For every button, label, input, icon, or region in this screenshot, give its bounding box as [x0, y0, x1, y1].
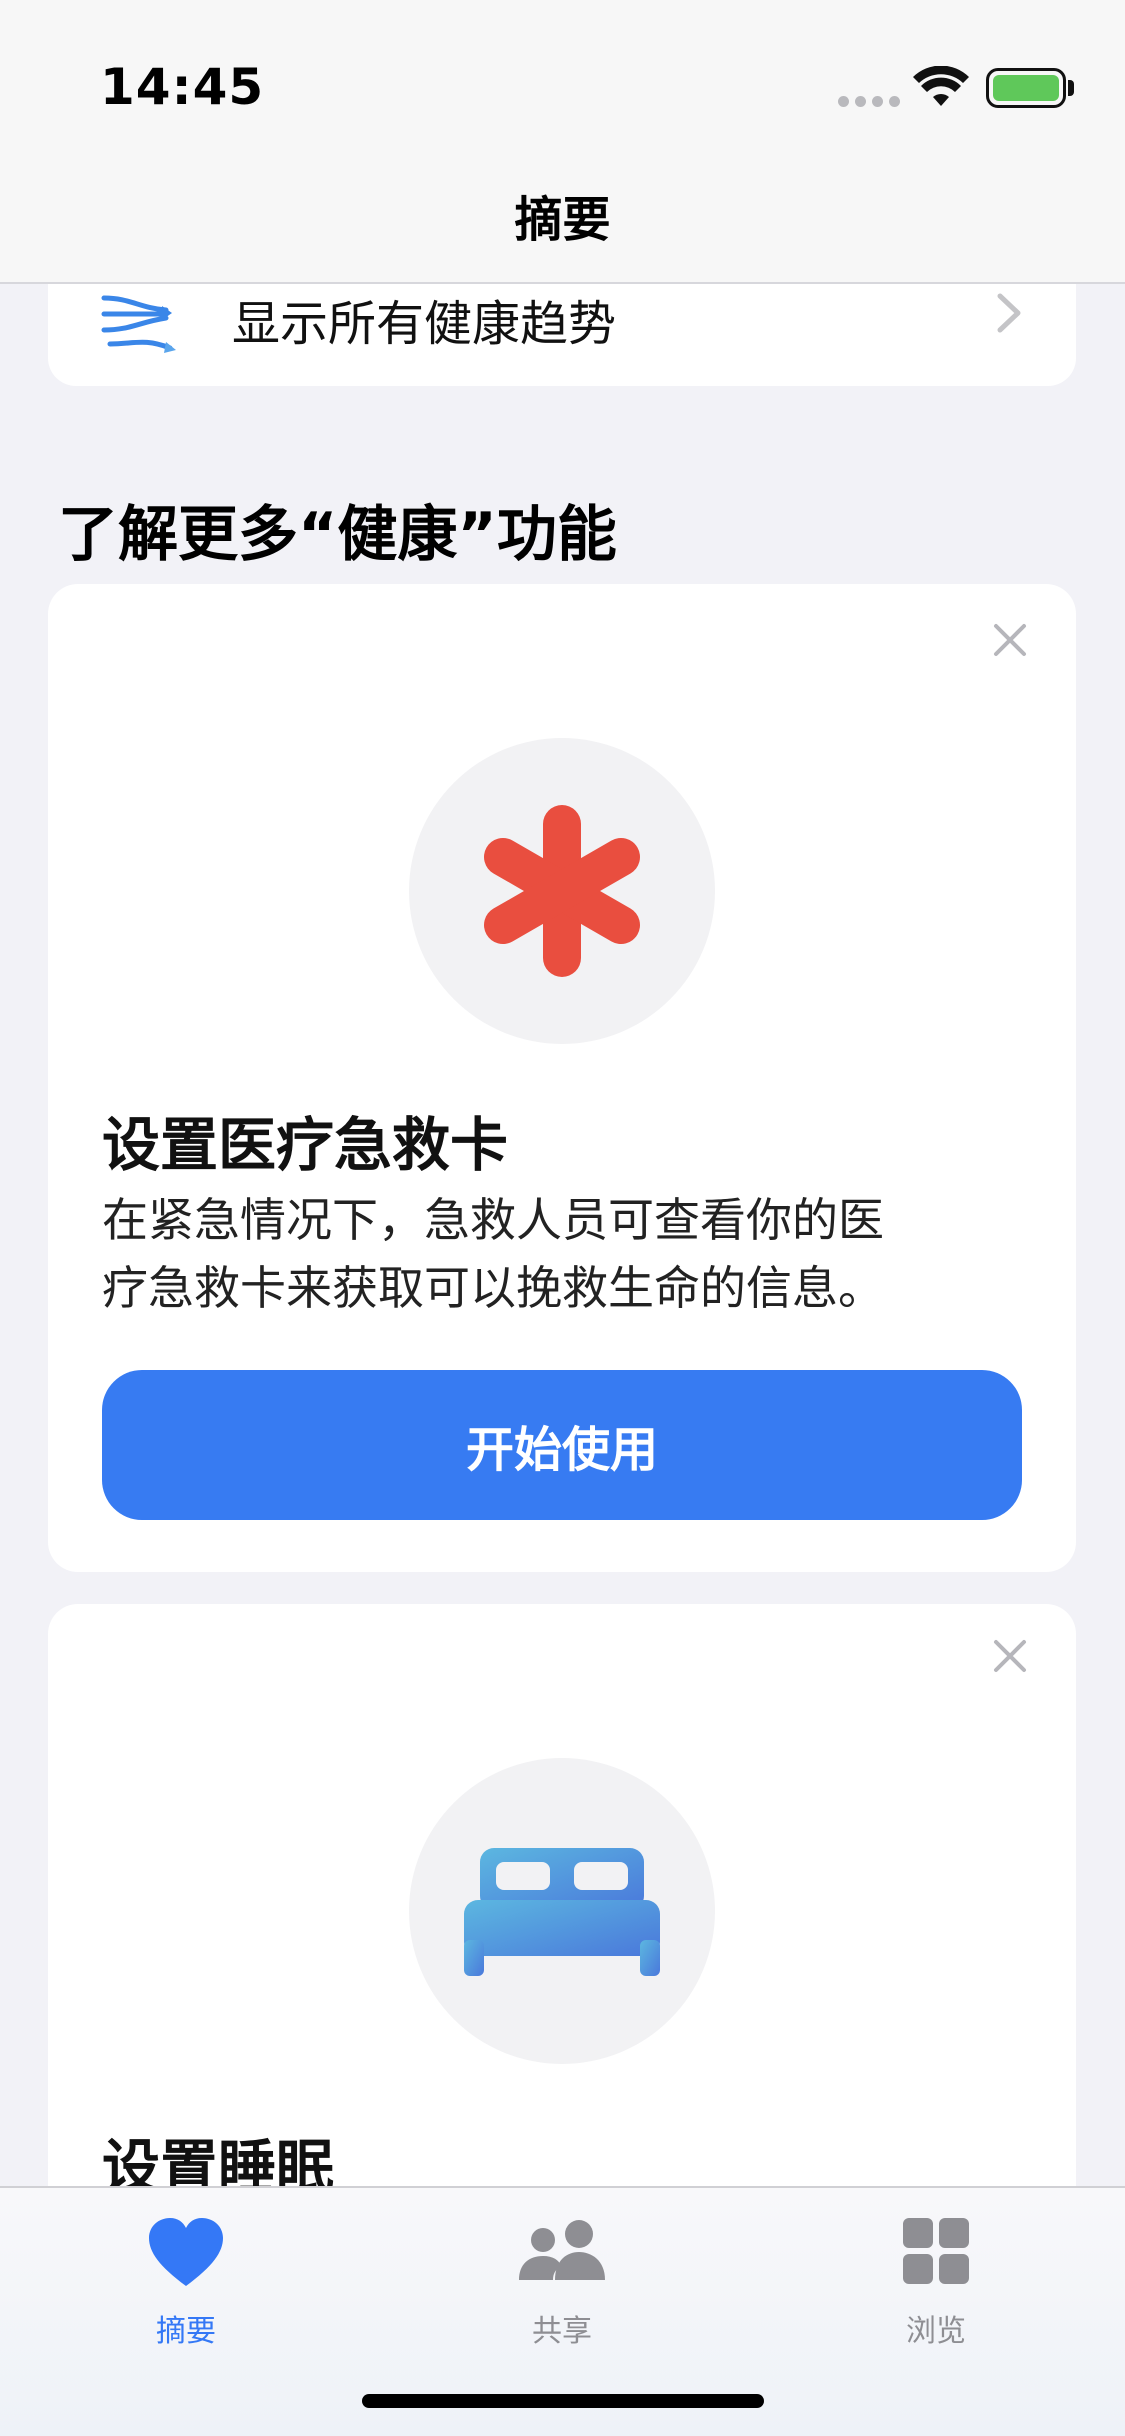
show-all-trends-label: 显示所有健康趋势: [232, 296, 617, 352]
card-title: 设置医疗急救卡: [102, 1111, 509, 1179]
close-icon[interactable]: [990, 1636, 1030, 1676]
tab-browse[interactable]: 浏览: [836, 2212, 1036, 2350]
description-line: 在紧急情况下，急救人员可查看你的医: [102, 1193, 884, 1247]
description-line: 疗急救卡来获取可以挽救生命的信息。: [102, 1261, 884, 1315]
tab-sharing[interactable]: 共享: [462, 2212, 662, 2350]
battery-icon: [986, 68, 1066, 108]
medical-id-asterisk-icon: [484, 805, 640, 977]
status-time: 14:45: [100, 58, 265, 116]
wifi-icon: [913, 66, 969, 106]
tab-label: 摘要: [156, 2314, 216, 2349]
close-icon[interactable]: [990, 620, 1030, 660]
grid-icon: [903, 2218, 969, 2284]
navigation-header: 14:45 摘要: [0, 0, 1125, 284]
tab-label: 共享: [532, 2314, 592, 2349]
battery-tip: [1068, 80, 1074, 96]
page-title: 摘要: [514, 192, 611, 248]
summary-screen: 14:45 摘要 显示所有健康趋势 了解更多“健康”功能 设置医疗急救卡 在紧急…: [0, 0, 1125, 2436]
bed-icon: [464, 1848, 660, 1976]
tab-label: 浏览: [906, 2314, 966, 2349]
people-icon: [519, 2220, 605, 2280]
get-started-button[interactable]: 开始使用: [102, 1370, 1022, 1520]
home-indicator: [362, 2394, 764, 2408]
sleep-icon-circle: [409, 1758, 715, 2064]
medical-id-icon-circle: [409, 738, 715, 1044]
heart-icon: [149, 2218, 223, 2286]
tab-summary[interactable]: 摘要: [86, 2212, 286, 2350]
chevron-right-icon: [997, 293, 1021, 333]
card-description: 在紧急情况下，急救人员可查看你的医 疗急救卡来获取可以挽救生命的信息。: [102, 1186, 1042, 1322]
cellular-signal-icon: [838, 96, 900, 107]
trends-icon: [101, 295, 176, 353]
section-title: 了解更多“健康”功能: [58, 500, 617, 570]
